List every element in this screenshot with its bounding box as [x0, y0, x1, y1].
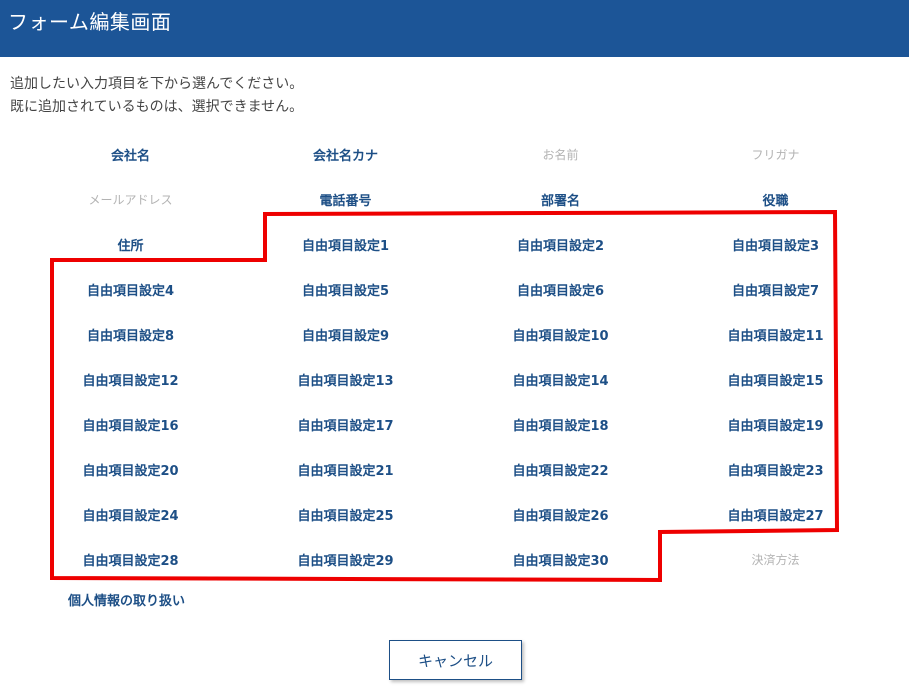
field-option[interactable]: 自由項目設定5	[238, 267, 453, 312]
field-option-disabled: フリガナ	[751, 148, 800, 162]
field-option[interactable]: 自由項目設定3	[668, 222, 883, 267]
field-option[interactable]: 自由項目設定6	[453, 267, 668, 312]
field-option[interactable]: 自由項目設定24	[23, 492, 238, 537]
field-row: 自由項目設定4 自由項目設定5 自由項目設定6 自由項目設定7	[23, 267, 883, 312]
field-option[interactable]: 自由項目設定22	[453, 447, 668, 492]
field-option[interactable]: 自由項目設定13	[238, 357, 453, 402]
field-option[interactable]: 住所	[23, 222, 238, 267]
field-option[interactable]: 自由項目設定26	[453, 492, 668, 537]
field-row: 自由項目設定28 自由項目設定29 自由項目設定30 決済方法	[23, 537, 883, 582]
field-row: 自由項目設定8 自由項目設定9 自由項目設定10 自由項目設定11	[23, 312, 883, 357]
field-option[interactable]: 自由項目設定30	[453, 537, 668, 582]
field-option[interactable]: 役職	[668, 177, 883, 222]
field-option[interactable]: 自由項目設定8	[23, 312, 238, 357]
field-option[interactable]: 自由項目設定14	[453, 357, 668, 402]
field-option[interactable]: 会社名	[23, 132, 238, 177]
field-option[interactable]: 自由項目設定19	[668, 402, 883, 447]
field-option[interactable]: 自由項目設定15	[668, 357, 883, 402]
field-option[interactable]: 自由項目設定17	[238, 402, 453, 447]
field-option[interactable]: 自由項目設定4	[23, 267, 238, 312]
instruction-line-1: 追加したい入力項目を下から選んでください。	[10, 76, 304, 92]
field-option-disabled: お名前	[542, 148, 579, 162]
field-row: 住所 自由項目設定1 自由項目設定2 自由項目設定3	[23, 222, 883, 267]
field-option[interactable]: 自由項目設定29	[238, 537, 453, 582]
instruction-line-2: 既に追加されているものは、選択できません。	[10, 99, 304, 115]
field-row: 会社名 会社名カナ お名前 フリガナ	[23, 132, 883, 177]
field-option[interactable]: 会社名カナ	[238, 132, 453, 177]
field-row: 自由項目設定12 自由項目設定13 自由項目設定14 自由項目設定15	[23, 357, 883, 402]
field-option[interactable]: 電話番号	[238, 177, 453, 222]
page-title: フォーム編集画面	[8, 10, 172, 34]
field-option[interactable]: 自由項目設定21	[238, 447, 453, 492]
field-option-disabled: 決済方法	[751, 553, 800, 567]
field-option-disabled: メールアドレス	[88, 193, 173, 207]
field-option[interactable]: 自由項目設定7	[668, 267, 883, 312]
field-option[interactable]: 自由項目設定25	[238, 492, 453, 537]
field-option[interactable]: 自由項目設定20	[23, 447, 238, 492]
field-option[interactable]: 自由項目設定16	[23, 402, 238, 447]
field-option[interactable]: 自由項目設定1	[238, 222, 453, 267]
field-row: 自由項目設定24 自由項目設定25 自由項目設定26 自由項目設定27	[23, 492, 883, 537]
field-option[interactable]: 自由項目設定9	[238, 312, 453, 357]
field-row: 自由項目設定20 自由項目設定21 自由項目設定22 自由項目設定23	[23, 447, 883, 492]
field-option[interactable]: 自由項目設定10	[453, 312, 668, 357]
field-row: 自由項目設定16 自由項目設定17 自由項目設定18 自由項目設定19	[23, 402, 883, 447]
field-grid: 会社名 会社名カナ お名前 フリガナ メールアドレス 電話番号 部署名 役職 住所 自由項目設定1…	[23, 132, 883, 582]
field-option-privacy[interactable]: 個人情報の取り扱い	[68, 593, 185, 611]
field-option[interactable]: 自由項目設定2	[453, 222, 668, 267]
field-option[interactable]: 自由項目設定18	[453, 402, 668, 447]
field-option[interactable]: 自由項目設定11	[668, 312, 883, 357]
header-bar: フォーム編集画面	[0, 0, 909, 57]
field-option[interactable]: 自由項目設定23	[668, 447, 883, 492]
field-option[interactable]: 自由項目設定27	[668, 492, 883, 537]
field-option[interactable]: 自由項目設定12	[23, 357, 238, 402]
field-option[interactable]: 部署名	[453, 177, 668, 222]
cancel-button[interactable]: キャンセル	[389, 640, 522, 680]
field-row: メールアドレス 電話番号 部署名 役職	[23, 177, 883, 222]
field-option[interactable]: 自由項目設定28	[23, 537, 238, 582]
